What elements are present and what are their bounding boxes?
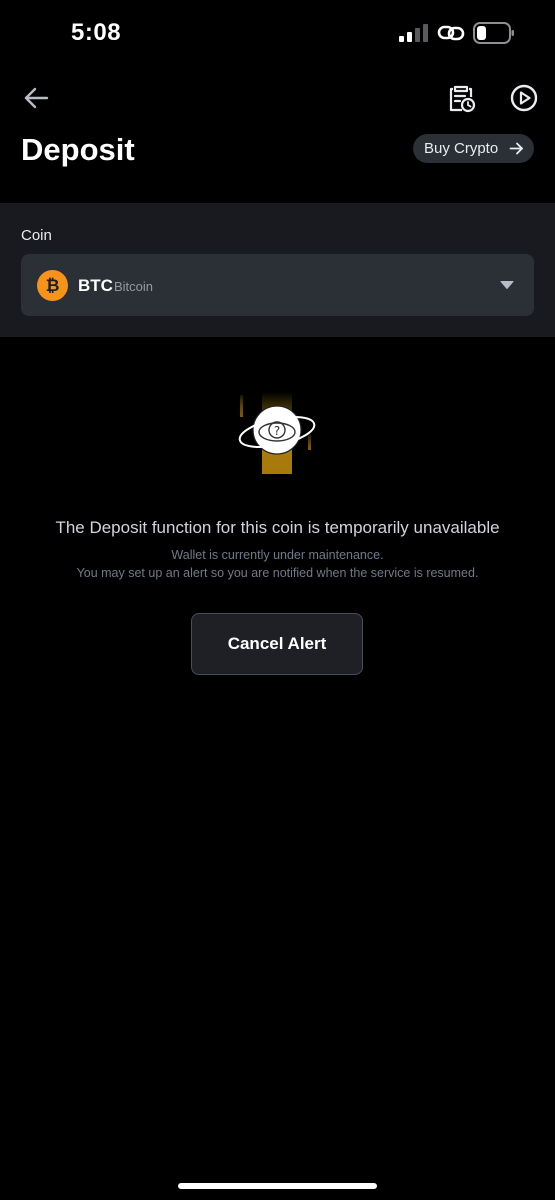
buy-crypto-button[interactable]: Buy Crypto	[413, 134, 535, 163]
bitcoin-icon: ₿	[37, 270, 68, 301]
coin-symbol: BTC	[78, 276, 113, 295]
coin-name: Bitcoin	[114, 279, 154, 294]
svg-text:?: ?	[274, 424, 280, 438]
cancel-alert-button[interactable]: Cancel Alert	[191, 613, 363, 675]
clipboard-clock-icon	[449, 85, 476, 113]
deposit-screen: 5:08 Deposit Buy Crypto Coin ₿ BTC Bitco…	[0, 0, 555, 1200]
bitcoin-glyph: ₿	[45, 276, 60, 295]
alert-info-text: You may set up an alert so you are notif…	[76, 566, 479, 580]
deposit-history-button[interactable]	[445, 82, 477, 114]
coin-panel: Coin ₿ BTC Bitcoin	[0, 203, 555, 337]
back-button[interactable]	[20, 82, 52, 114]
maintenance-text: Wallet is currently under maintenance.	[171, 548, 384, 562]
page-title: Deposit	[21, 132, 135, 167]
arrow-right-icon	[509, 142, 524, 155]
tutorial-video-button[interactable]	[508, 82, 540, 114]
coin-label: Coin	[21, 227, 52, 244]
caret-down-icon	[500, 281, 514, 289]
status-bar: 5:08	[0, 0, 555, 64]
buy-crypto-label: Buy Crypto	[424, 140, 499, 157]
battery-icon	[473, 22, 514, 44]
arrow-left-icon	[24, 87, 49, 109]
home-indicator[interactable]	[178, 1183, 377, 1189]
unavailable-title: The Deposit function for this coin is te…	[55, 518, 500, 537]
coin-selector[interactable]: ₿ BTC Bitcoin	[21, 254, 534, 316]
question-planet-icon: ?	[238, 392, 316, 474]
cellular-signal-icon	[399, 24, 428, 42]
link-icon	[437, 25, 465, 41]
play-circle-icon	[510, 84, 538, 112]
status-time: 5:08	[71, 19, 122, 46]
